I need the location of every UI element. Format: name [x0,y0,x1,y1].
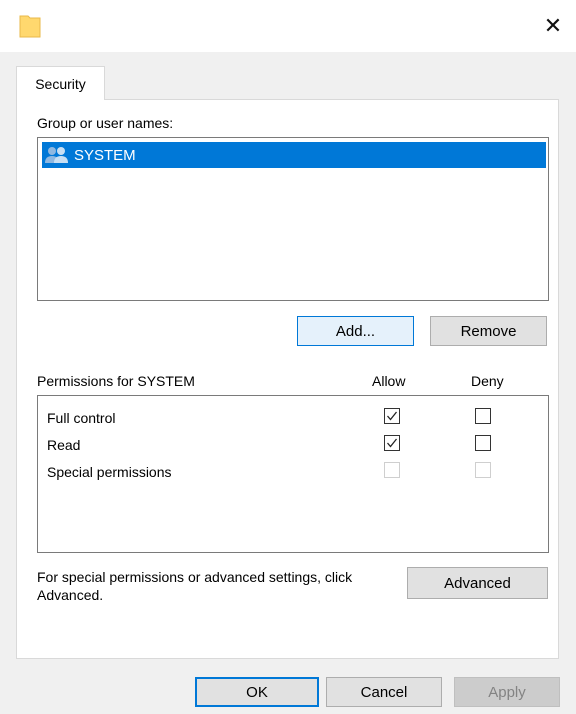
permission-row-read: Read [38,433,548,461]
deny-header: Deny [471,373,504,389]
ok-button[interactable]: OK [195,677,319,707]
permission-row-special: Special permissions [38,460,548,488]
ok-button-label: OK [246,683,268,701]
cancel-button[interactable]: Cancel [326,677,442,707]
advanced-button-label: Advanced [444,574,511,592]
advanced-button[interactable]: Advanced [407,567,548,599]
permissions-label: Permissions for SYSTEM [37,373,195,389]
deny-checkbox[interactable] [475,408,491,424]
permission-name: Read [47,437,81,453]
cancel-button-label: Cancel [360,683,408,701]
user-name: SYSTEM [74,146,136,164]
group-names-label: Group or user names: [37,115,174,131]
permission-row-full-control: Full control [38,406,548,434]
add-button[interactable]: Add... [297,316,414,346]
checkmark-icon [387,438,398,448]
remove-button[interactable]: Remove [430,316,547,346]
deny-checkbox [475,462,491,478]
allow-checkbox[interactable] [384,435,400,451]
apply-button-label: Apply [488,683,526,701]
apply-button: Apply [454,677,560,707]
title-bar: ✕ [0,0,576,52]
user-list[interactable]: SYSTEM [37,137,549,301]
folder-icon [19,15,41,38]
close-icon: ✕ [543,13,563,38]
tab-security[interactable]: Security [16,66,105,100]
remove-button-label: Remove [460,322,517,340]
list-item[interactable]: SYSTEM [42,142,546,168]
close-button[interactable]: ✕ [530,0,576,52]
advanced-hint-text: For special permissions or advanced sett… [37,569,353,603]
permission-name: Full control [47,410,116,426]
allow-header: Allow [372,373,406,389]
permissions-list: Full control Read Special permissions [37,395,549,553]
users-group-icon [45,147,68,163]
allow-checkbox [384,462,400,478]
checkmark-icon [387,411,398,421]
deny-checkbox[interactable] [475,435,491,451]
permission-name: Special permissions [47,464,172,480]
add-button-label: Add... [335,322,376,340]
tab-label: Security [35,75,86,92]
allow-checkbox[interactable] [384,408,400,424]
